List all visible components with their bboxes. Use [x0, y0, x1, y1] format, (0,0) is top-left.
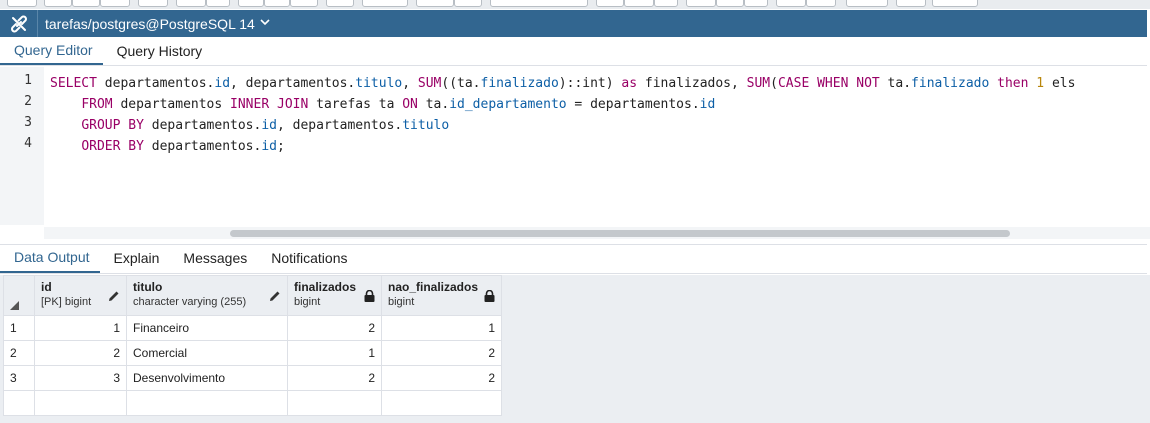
- toolbar-button[interactable]: [654, 0, 678, 7]
- code-line: ORDER BY departamentos.id;: [81, 139, 285, 154]
- toolbar-button[interactable]: [206, 0, 230, 7]
- empty-cell: [381, 390, 502, 416]
- column-name: finalizados: [294, 280, 357, 294]
- cell-nao-finalizados[interactable]: 1: [381, 315, 502, 341]
- column-header-id[interactable]: id [PK] bigint: [34, 275, 127, 316]
- column-header-nao-finalizados[interactable]: nao_finalizados bigint: [381, 275, 502, 316]
- column-name: titulo: [133, 280, 163, 294]
- tab-explain[interactable]: Explain: [100, 244, 170, 273]
- row-number[interactable]: 1: [3, 315, 35, 341]
- cell-id[interactable]: 2: [34, 340, 127, 366]
- line-number: 2: [24, 94, 32, 109]
- cell-finalizados[interactable]: 2: [287, 315, 382, 341]
- table-row[interactable]: 1 1 Financeiro 2 1: [3, 315, 502, 341]
- cell-titulo[interactable]: Desenvolvimento: [126, 365, 288, 391]
- select-all-corner[interactable]: [3, 275, 35, 316]
- tab-data-output[interactable]: Data Output: [0, 244, 100, 273]
- line-number: 1: [24, 73, 32, 88]
- connection-status-icon[interactable]: [0, 10, 38, 37]
- cell-nao-finalizados[interactable]: 2: [381, 340, 502, 366]
- toolbar-button[interactable]: [454, 0, 482, 7]
- editor-tabs: Query Editor Query History: [0, 38, 1147, 66]
- pencil-icon: [270, 291, 280, 301]
- toolbar-button[interactable]: [362, 0, 408, 7]
- main-toolbar: [0, 0, 1150, 9]
- toolbar-button[interactable]: [686, 0, 716, 7]
- tab-messages[interactable]: Messages: [169, 244, 257, 273]
- table-row[interactable]: 3 3 Desenvolvimento 2 2: [3, 365, 502, 391]
- column-header-titulo[interactable]: titulo character varying (255): [126, 275, 288, 316]
- connection-bar[interactable]: tarefas/postgres@PostgreSQL 14: [0, 10, 1147, 37]
- toolbar-button[interactable]: [176, 0, 206, 7]
- connection-title[interactable]: tarefas/postgres@PostgreSQL 14: [38, 16, 255, 32]
- toolbar-button[interactable]: [896, 0, 926, 7]
- cell-finalizados[interactable]: 2: [287, 365, 382, 391]
- empty-cell: [287, 390, 382, 416]
- code-line: SELECT departamentos.id, departamentos.t…: [50, 76, 1076, 91]
- sql-code[interactable]: SELECT departamentos.id, departamentos.t…: [50, 67, 1150, 225]
- cell-titulo[interactable]: Financeiro: [126, 315, 288, 341]
- column-type: bigint: [294, 296, 321, 308]
- tab-query-history[interactable]: Query History: [103, 37, 213, 65]
- code-line: FROM departamentos INNER JOIN tarefas ta…: [81, 97, 716, 112]
- toolbar-button[interactable]: [290, 0, 318, 7]
- toolbar-button[interactable]: [416, 0, 454, 7]
- tab-notifications[interactable]: Notifications: [257, 244, 357, 273]
- cell-titulo[interactable]: Comercial: [126, 340, 288, 366]
- tab-query-editor[interactable]: Query Editor: [0, 37, 103, 65]
- lock-icon: [364, 290, 375, 302]
- sql-editor[interactable]: 1 2 3 4 SELECT departamentos.id, departa…: [0, 67, 1150, 242]
- column-type: character varying (255): [133, 296, 247, 308]
- table-row[interactable]: 2 2 Comercial 1 2: [3, 340, 502, 366]
- chevron-down-icon[interactable]: [260, 18, 270, 29]
- cell-id[interactable]: 1: [34, 315, 127, 341]
- cell-finalizados[interactable]: 1: [287, 340, 382, 366]
- cell-nao-finalizados[interactable]: 2: [381, 365, 502, 391]
- toolbar-button[interactable]: [776, 0, 806, 7]
- toolbar-button[interactable]: [744, 0, 768, 7]
- toolbar-button[interactable]: [624, 0, 654, 7]
- toolbar-button[interactable]: [7, 0, 37, 7]
- toolbar-button[interactable]: [44, 0, 72, 7]
- cell-id[interactable]: 3: [34, 365, 127, 391]
- row-number[interactable]: 3: [3, 365, 35, 391]
- toolbar-button[interactable]: [100, 0, 130, 7]
- pencil-icon: [109, 291, 119, 301]
- empty-row: [3, 390, 502, 416]
- toolbar-button[interactable]: [806, 0, 836, 7]
- toolbar-button[interactable]: [596, 0, 624, 7]
- row-number-empty: [3, 390, 35, 416]
- toolbar-button[interactable]: [264, 0, 290, 7]
- toolbar-button[interactable]: [326, 0, 354, 7]
- toolbar-button[interactable]: [716, 0, 744, 7]
- result-grid: id [PK] bigint titulo character varying …: [3, 275, 502, 416]
- line-number-gutter: 1 2 3 4: [0, 67, 44, 225]
- empty-cell: [126, 390, 288, 416]
- column-header-finalizados[interactable]: finalizados bigint: [287, 275, 382, 316]
- corner-triangle-icon: [10, 301, 19, 310]
- data-output-panel: id [PK] bigint titulo character varying …: [0, 275, 1150, 423]
- toolbar-button[interactable]: [846, 0, 888, 7]
- toolbar-button[interactable]: [238, 0, 264, 7]
- row-number[interactable]: 2: [3, 340, 35, 366]
- toolbar-button[interactable]: [490, 0, 588, 7]
- lock-icon: [484, 290, 495, 302]
- code-line: GROUP BY departamentos.id, departamentos…: [81, 118, 450, 133]
- horizontal-scrollbar[interactable]: [44, 227, 1150, 239]
- column-name: nao_finalizados: [388, 280, 479, 294]
- line-number: 4: [24, 136, 32, 151]
- line-number: 3: [24, 115, 32, 130]
- toolbar-button[interactable]: [138, 0, 168, 7]
- scrollbar-thumb[interactable]: [230, 230, 1010, 237]
- result-tabs: Data Output Explain Messages Notificatio…: [0, 244, 1147, 274]
- toolbar-button[interactable]: [932, 0, 978, 7]
- column-type: bigint: [388, 296, 415, 308]
- empty-cell: [34, 390, 127, 416]
- toolbar-button[interactable]: [72, 0, 100, 7]
